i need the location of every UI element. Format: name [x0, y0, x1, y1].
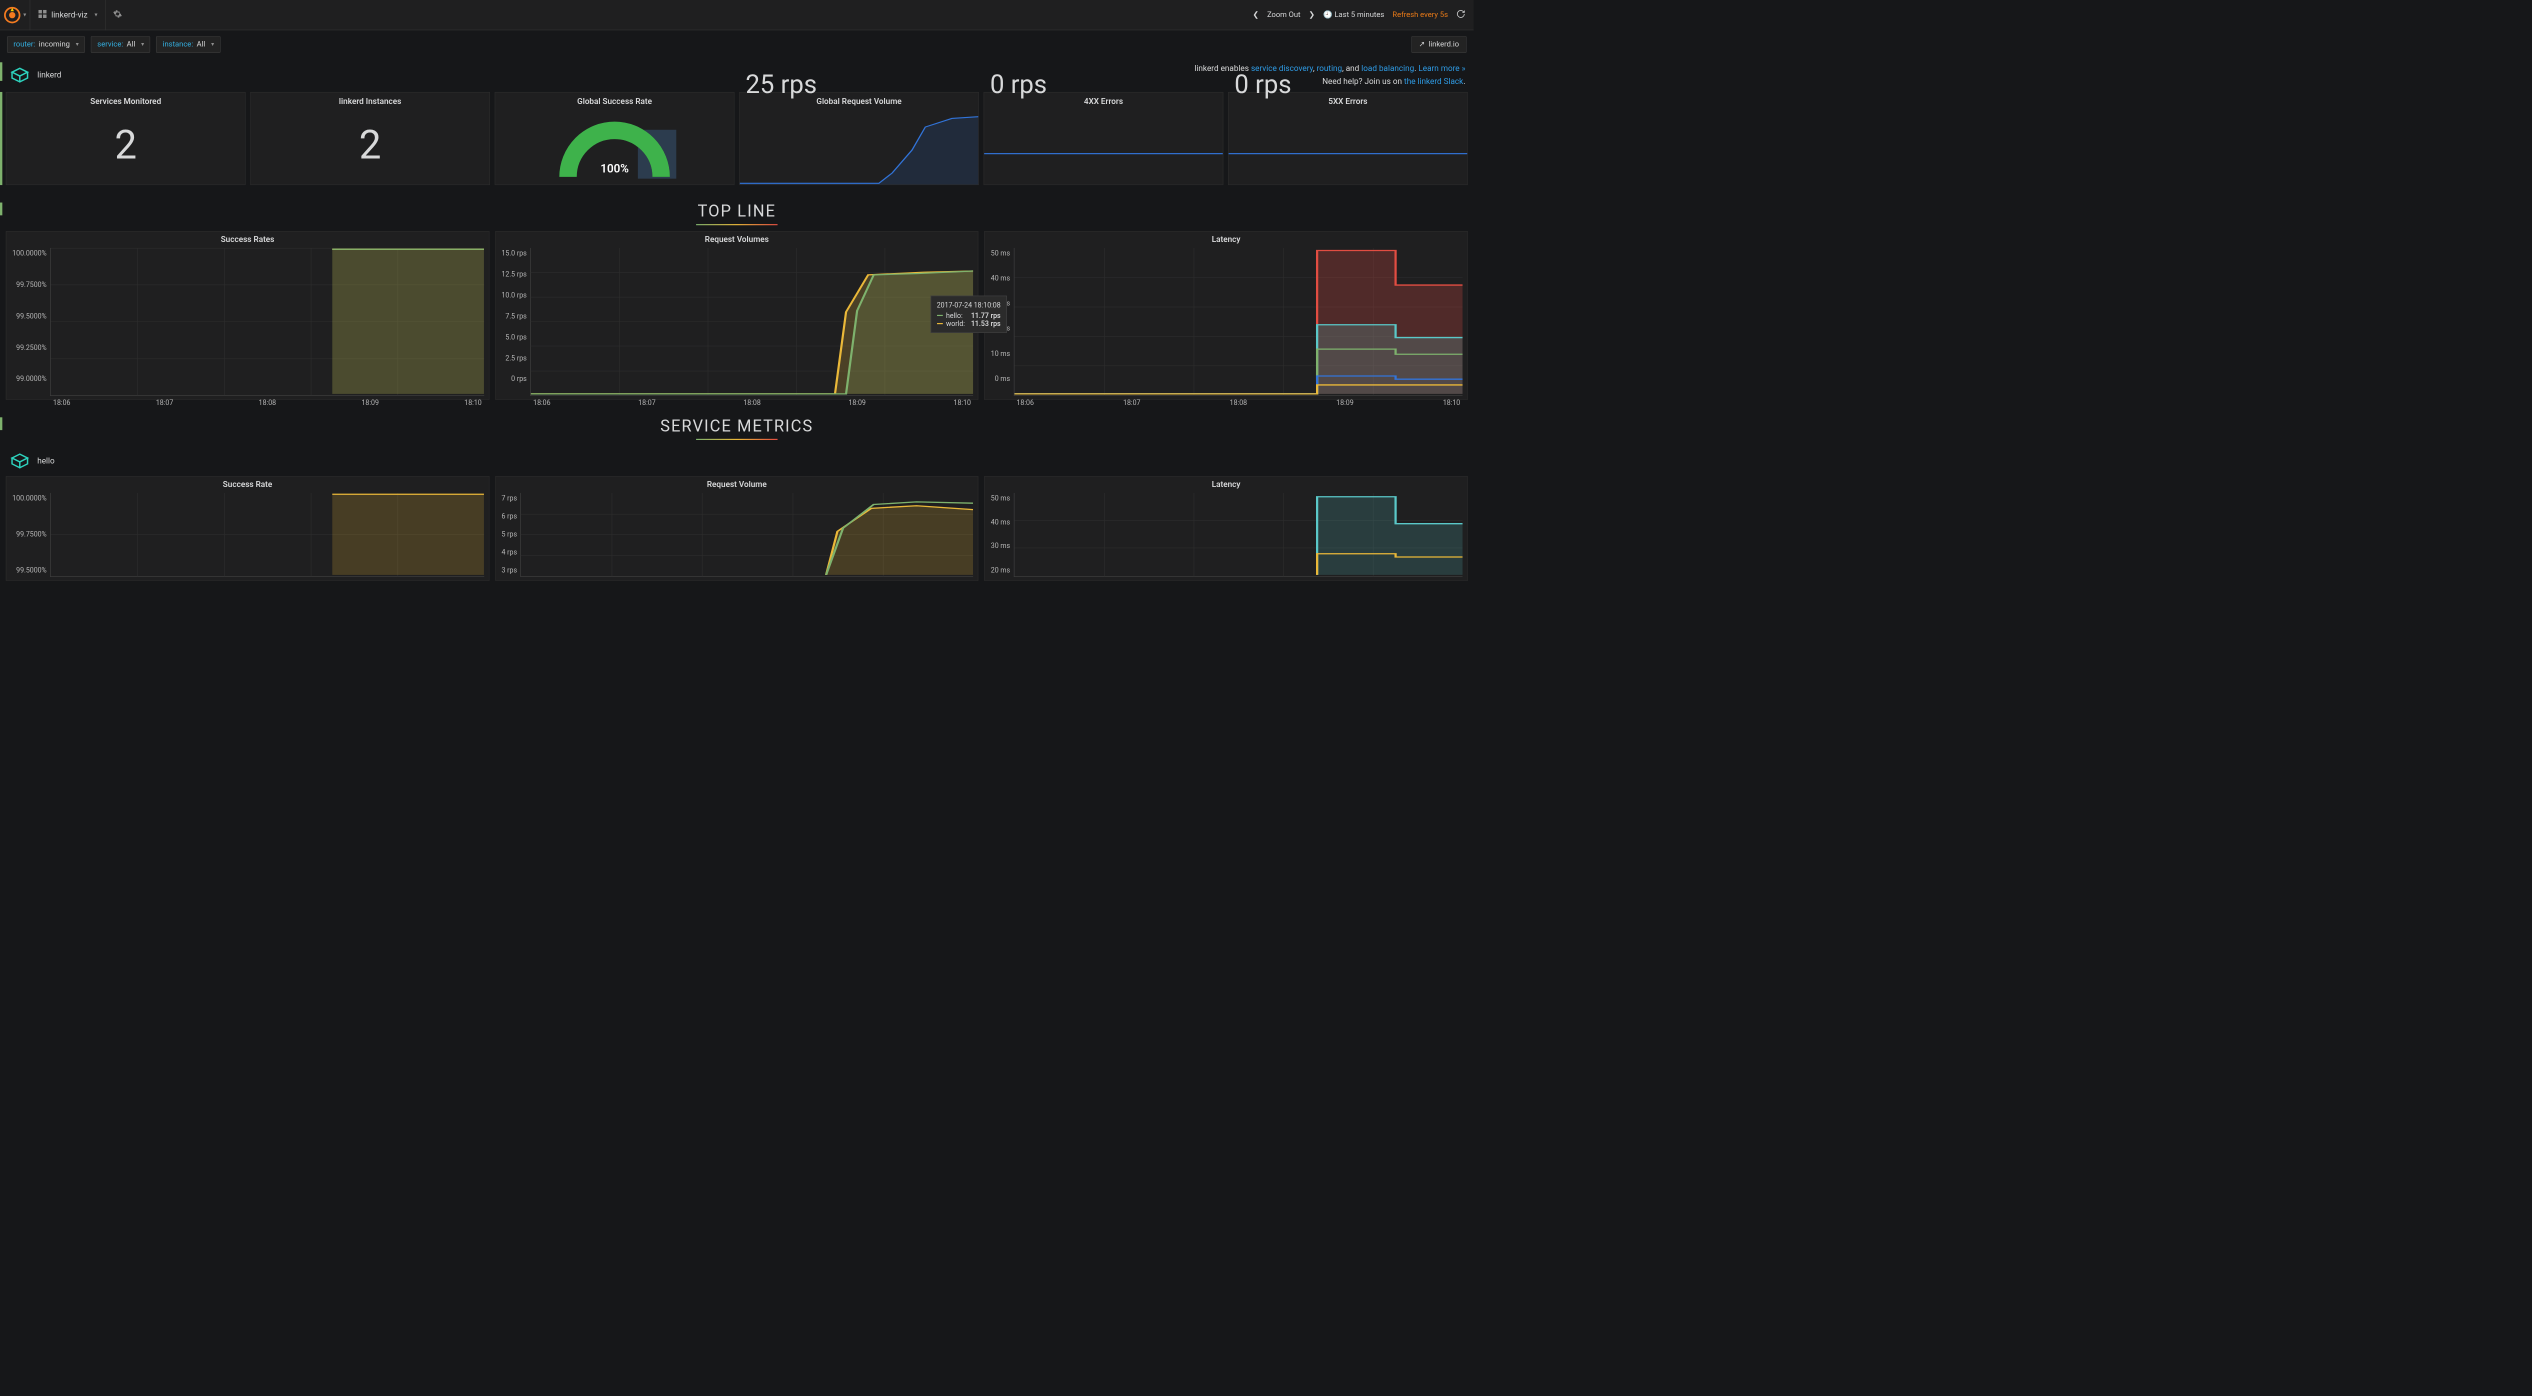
linkerd-logo-icon — [8, 64, 31, 87]
top-line-charts: Success Rates 100.0000% 99.7500% 99.5000… — [0, 231, 1474, 400]
panel-hello-success-rate[interactable]: Success Rate 100.0000% 99.7500% 99.5000% — [6, 476, 489, 581]
grafana-logo[interactable]: ▾ — [0, 0, 30, 30]
clock-icon: 🕘 — [1323, 10, 1334, 19]
panel-hello-latency[interactable]: Latency 50 ms 40 ms 30 ms 20 ms — [984, 476, 1467, 581]
y-axis: 7 rps 6 rps 5 rps 4 rps 3 rps — [500, 493, 520, 577]
panel-global-success-rate[interactable]: Global Success Rate 100% — [495, 92, 735, 185]
template-instance[interactable]: instance: All ▾ — [156, 36, 220, 53]
template-service[interactable]: service: All ▾ — [91, 36, 151, 53]
hello-header-row: hello — [0, 446, 1474, 476]
row-title: hello — [37, 456, 54, 465]
section-top-line: TOP LINE — [0, 185, 1474, 231]
y-axis: 15.0 rps 12.5 rps 10.0 rps 7.5 rps 5.0 r… — [500, 248, 530, 396]
dashboard-picker[interactable]: linkerd-viz ▾ — [30, 0, 106, 30]
zoom-out-button[interactable]: Zoom Out — [1267, 10, 1300, 19]
panel-success-rates[interactable]: Success Rates 100.0000% 99.7500% 99.5000… — [6, 231, 489, 400]
settings-button[interactable] — [106, 9, 129, 21]
top-nav: ▾ linkerd-viz ▾ ❮ Zoom Out ❯ 🕘 Last 5 mi… — [0, 0, 1474, 30]
hello-charts: Success Rate 100.0000% 99.7500% 99.5000%… — [0, 476, 1474, 581]
y-axis: 100.0000% 99.7500% 99.5000% — [11, 493, 50, 577]
external-link-icon: ↗ — [1419, 40, 1425, 49]
external-link-linkerd[interactable]: ↗ linkerd.io — [1411, 36, 1467, 53]
panel-latency[interactable]: Latency 50 ms 40 ms 30 ms 20 ms 10 ms 0 … — [984, 231, 1467, 400]
panel-5xx-errors[interactable]: 5XX Errors 0 rps — [1228, 92, 1468, 185]
time-range-picker[interactable]: 🕘 Last 5 minutes — [1323, 10, 1384, 19]
dashboard-name: linkerd-viz — [51, 10, 87, 19]
panel-global-request-volume[interactable]: Global Request Volume 25 rps — [739, 92, 979, 185]
y-axis: 100.0000% 99.7500% 99.5000% 99.2500% 99.… — [11, 248, 50, 396]
linkerd-logo-icon — [8, 449, 31, 472]
template-row: router: incoming ▾ service: All ▾ instan… — [0, 30, 1474, 59]
panel-linkerd-instances[interactable]: linkerd Instances 2 — [250, 92, 490, 185]
time-back-button[interactable]: ❮ — [1253, 10, 1259, 19]
tiles-icon — [38, 10, 46, 20]
panel-services-monitored[interactable]: Services Monitored 2 — [6, 92, 246, 185]
stat-value: 2 — [257, 110, 484, 180]
row-title: linkerd — [37, 71, 61, 80]
sparkline — [740, 92, 979, 184]
stat-value: 2 — [12, 110, 239, 180]
panel-hello-request-volume[interactable]: Request Volume 7 rps 6 rps 5 rps 4 rps 3… — [495, 476, 978, 581]
chart-tooltip: 2017-07-24 18:10:08 hello:11.77 rps worl… — [930, 296, 1007, 333]
template-router[interactable]: router: incoming ▾ — [7, 36, 85, 53]
stat-value: 0 rps — [990, 69, 1217, 99]
y-axis: 50 ms 40 ms 30 ms 20 ms — [990, 493, 1014, 577]
refresh-interval[interactable]: Refresh every 5s — [1392, 10, 1448, 19]
time-forward-button[interactable]: ❯ — [1309, 10, 1315, 19]
panel-request-volumes[interactable]: Request Volumes 15.0 rps 12.5 rps 10.0 r… — [495, 231, 978, 400]
section-service-metrics: SERVICE METRICS — [0, 400, 1474, 446]
stat-value: 25 rps — [746, 69, 973, 99]
stats-row: Services Monitored 2 linkerd Instances 2… — [0, 92, 1474, 185]
gauge-value: 100% — [600, 161, 629, 175]
refresh-button[interactable] — [1456, 9, 1465, 21]
stat-value: 0 rps — [1234, 69, 1461, 99]
panel-4xx-errors[interactable]: 4XX Errors 0 rps — [984, 92, 1224, 185]
